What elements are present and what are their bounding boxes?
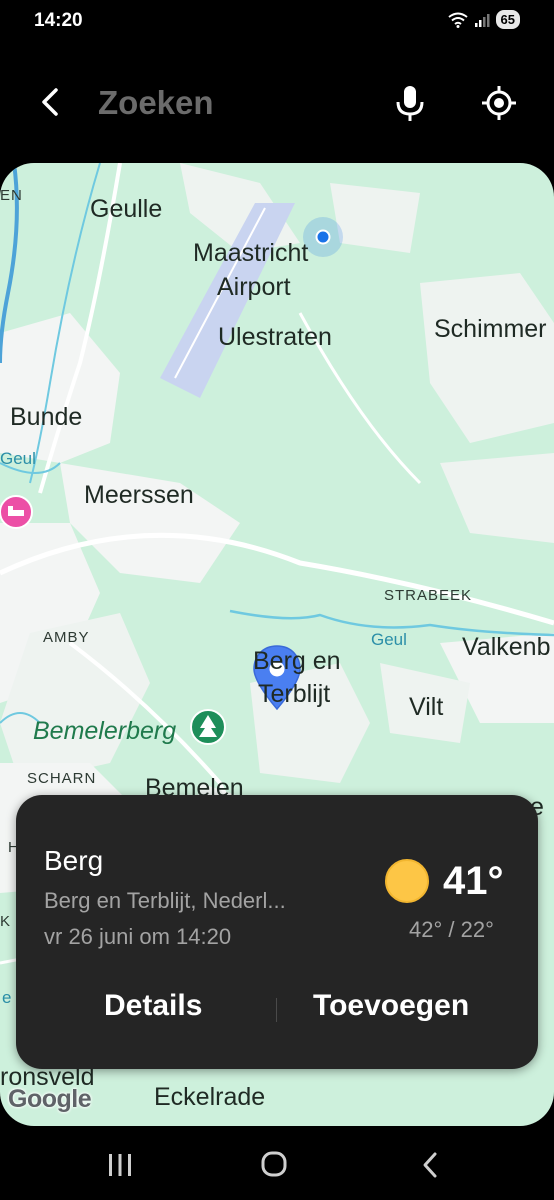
status-time: 14:20 <box>34 10 83 31</box>
details-button[interactable]: Details <box>104 989 202 1023</box>
sun-icon <box>385 859 429 903</box>
map-label-valkenburg: Valkenb <box>462 633 551 661</box>
map-label-ulestraten: Ulestraten <box>218 323 332 351</box>
search-bar <box>0 60 554 150</box>
map-label-left-k: K <box>0 913 12 930</box>
mic-icon[interactable] <box>392 84 428 124</box>
recents-icon[interactable] <box>100 1150 140 1180</box>
back-icon[interactable] <box>410 1150 450 1180</box>
status-bar: 14:20 65 <box>0 0 554 46</box>
back-arrow-icon[interactable] <box>34 84 70 120</box>
nav-bar <box>0 1126 554 1200</box>
card-subtitle: Berg en Terblijt, Nederl... <box>44 888 286 913</box>
map-label-eckelrade: Eckelrade <box>154 1083 266 1111</box>
temperature: 41° <box>443 859 504 903</box>
wifi-icon <box>447 12 468 28</box>
card-title: Berg <box>44 845 104 876</box>
map-label-meerssen: Meerssen <box>84 481 194 509</box>
map-label-airport: Airport <box>217 273 291 301</box>
map-label-en: EN <box>0 187 23 204</box>
button-divider <box>276 998 277 1022</box>
map-label-berg-2: Terblijt <box>258 680 331 708</box>
map-label-strabeek: STRABEEK <box>384 587 473 604</box>
location-card: Berg Berg en Terblijt, Nederl... vr 26 j… <box>16 795 538 1069</box>
search-input[interactable] <box>96 80 360 126</box>
card-datetime: vr 26 juni om 14:20 <box>44 924 232 949</box>
signal-icon <box>474 13 490 27</box>
google-attribution: Google <box>8 1085 92 1113</box>
map-label-scharn: SCHARN <box>27 770 97 787</box>
map-label-geulle: Geulle <box>90 195 163 223</box>
add-button[interactable]: Toevoegen <box>313 989 469 1023</box>
map-label-geul-west: Geul <box>0 449 36 468</box>
map-label-geul-east: Geul <box>371 630 407 649</box>
map-label-bemelerberg: Bemelerberg <box>33 717 177 745</box>
map-label-berg-1: Berg en <box>253 647 341 675</box>
map-label-maastricht: Maastricht <box>193 239 309 267</box>
map-label-schimmert: Schimmer <box>434 315 547 343</box>
map-label-vilt: Vilt <box>409 693 444 721</box>
my-location-icon[interactable] <box>480 84 518 122</box>
status-icons: 65 <box>447 10 520 29</box>
map-label-bunde: Bunde <box>10 403 83 431</box>
map-label-left-e: e <box>2 988 12 1007</box>
map-label-amby: AMBY <box>43 629 90 646</box>
battery-icon: 65 <box>495 10 520 29</box>
temperature-range: 42° / 22° <box>409 917 494 942</box>
home-icon[interactable] <box>254 1150 294 1180</box>
